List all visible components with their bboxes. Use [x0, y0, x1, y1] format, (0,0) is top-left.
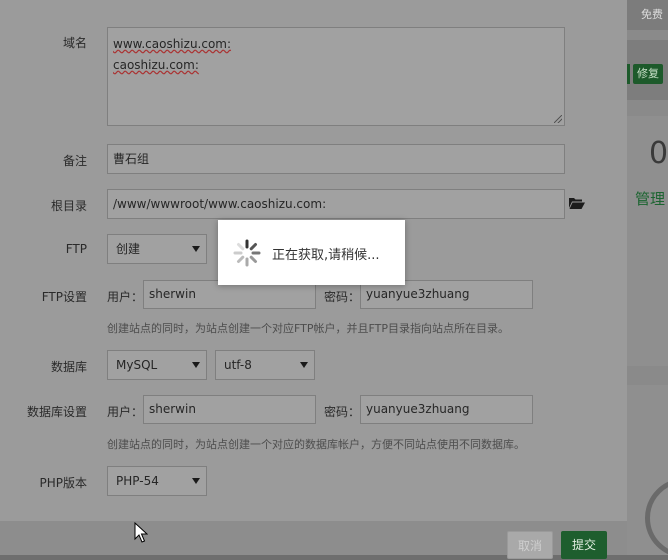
db-hint: 创建站点的同时，为站点创建一个对应的数据库帐户，方便不同站点使用不同数据库。	[107, 438, 525, 451]
domain-label: 域名	[62, 36, 87, 50]
domain-line-2: caoshizu.com:	[113, 58, 199, 72]
ftp-hint: 创建站点的同时，为站点创建一个对应FTP帐户，并且FTP目录指向站点所在目录。	[107, 322, 509, 335]
loading-popup: 正在获取,请稍候...	[218, 220, 405, 285]
db-user-input[interactable]: sherwin	[143, 395, 316, 424]
root-dir-input[interactable]: /www/wwwroot/www.caoshizu.com:	[107, 189, 565, 219]
background-button-edge	[627, 64, 630, 84]
db-pass-input[interactable]: yuanyue3zhuang	[360, 395, 533, 424]
database-charset-select[interactable]: utf-8	[215, 350, 315, 380]
domain-textarea[interactable]: www.caoshizu.com: caoshizu.com:	[107, 27, 565, 126]
chevron-down-icon	[192, 478, 200, 484]
chevron-down-icon	[192, 246, 200, 252]
ftp-select[interactable]: 创建	[107, 234, 207, 264]
folder-open-icon[interactable]	[569, 197, 585, 209]
domain-line-1: www.caoshizu.com:	[113, 37, 232, 51]
ftp-label: FTP	[65, 242, 87, 256]
loading-text: 正在获取,请稍候...	[272, 248, 380, 263]
ftp-pass-prefix: 密码：	[324, 290, 361, 304]
stat-value: 0	[649, 136, 668, 171]
php-version-select[interactable]: PHP-54	[107, 466, 207, 496]
database-type-select[interactable]: MySQL	[107, 350, 207, 380]
root-dir-label: 根目录	[50, 199, 87, 213]
ftp-user-prefix: 用户：	[107, 290, 144, 304]
free-link: 免费	[641, 8, 663, 21]
ftp-select-value: 创建	[116, 242, 141, 256]
manage-link: 管理	[635, 190, 666, 208]
mouse-cursor-icon	[134, 522, 148, 543]
database-charset-value: utf-8	[224, 358, 252, 372]
database-label: 数据库	[50, 360, 87, 374]
chevron-down-icon	[300, 362, 308, 368]
db-settings-label: 数据库设置	[26, 405, 87, 419]
loading-spinner-icon	[233, 239, 261, 267]
php-version-label: PHP版本	[39, 476, 88, 490]
database-type-value: MySQL	[116, 358, 158, 372]
remark-label: 备注	[62, 154, 87, 168]
ftp-settings-label: FTP设置	[41, 290, 87, 304]
fix-button: 修复	[633, 64, 663, 84]
background-topbar: 免费	[627, 0, 668, 30]
background-page: 免费 修复 0 管理	[627, 0, 668, 555]
remark-input[interactable]: 曹石组	[107, 144, 565, 174]
resize-grip-icon[interactable]	[554, 115, 562, 123]
db-user-prefix: 用户：	[107, 405, 144, 419]
db-pass-prefix: 密码：	[324, 405, 361, 419]
chevron-down-icon	[192, 362, 200, 368]
php-version-value: PHP-54	[116, 474, 159, 488]
